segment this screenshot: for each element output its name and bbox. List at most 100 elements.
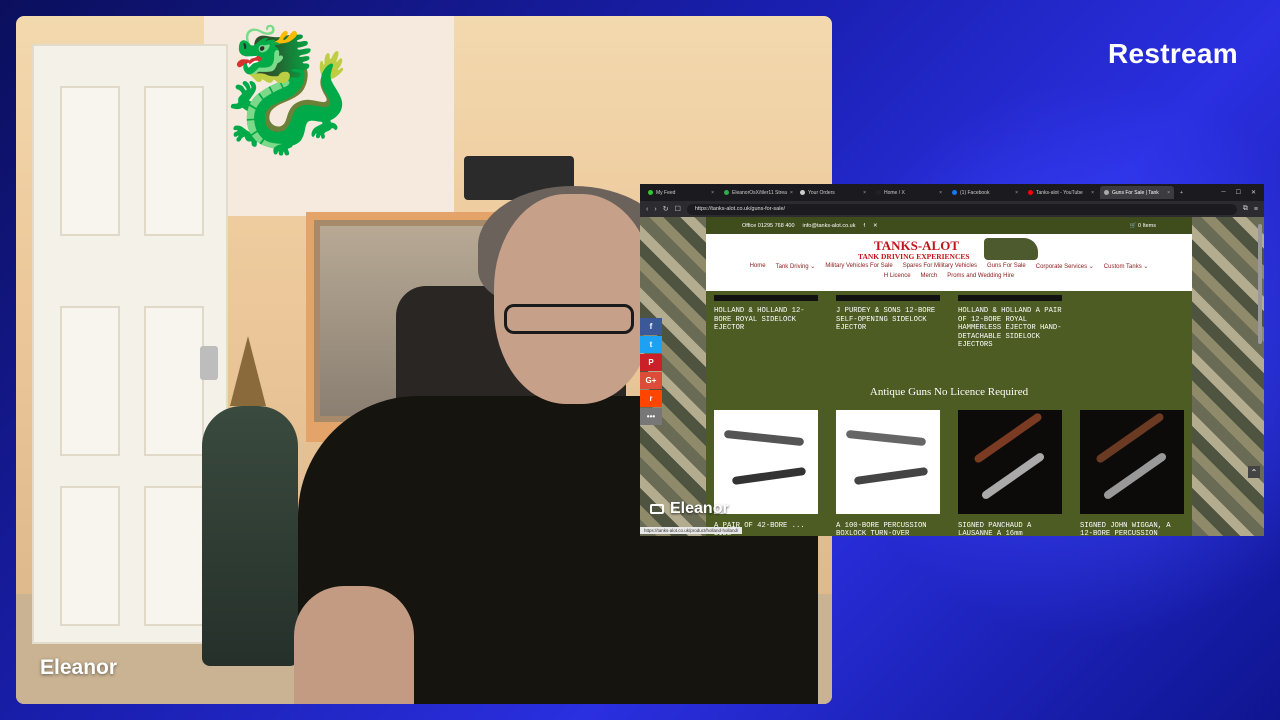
tab-label: (1) Facebook xyxy=(960,189,990,196)
gun-graphic xyxy=(723,429,805,446)
browser-tab[interactable]: Guns For Sale | Tank × xyxy=(1100,186,1174,199)
cart-link[interactable]: 🛒 0 Items xyxy=(1130,223,1156,229)
glasses xyxy=(504,304,634,334)
product-card[interactable]: J PURDEY & SONS 12-BORE SELF-OPENING SID… xyxy=(836,295,940,350)
extensions-icon[interactable]: ⧉ xyxy=(1243,205,1248,213)
phone-text: Office 01295 768 400 xyxy=(742,222,795,229)
minimize-icon[interactable]: ─ xyxy=(1221,189,1225,196)
nav-item[interactable]: Military Vehicles For Sale xyxy=(825,263,892,270)
browser-tab[interactable]: My Feed × xyxy=(644,186,718,199)
product-title[interactable]: SIGNED JOHN WIGGAN, A 12-BORE PERCUSSION xyxy=(1080,522,1184,537)
product-title[interactable]: HOLLAND & HOLLAND 12-BORE ROYAL SIDELOCK… xyxy=(714,307,818,333)
social-share-icon[interactable]: t xyxy=(640,336,662,353)
x-icon[interactable]: ✕ xyxy=(873,223,878,229)
product-card[interactable]: A 100-BORE PERCUSSION BOXLOCK TURN-OVER xyxy=(836,409,940,537)
social-share-icon[interactable]: f xyxy=(640,318,662,335)
tab-list: My Feed × EleanorOsX/tiler11 Strea × Your Or… xyxy=(644,186,1174,199)
wizard-figurine xyxy=(194,336,304,666)
new-tab-button[interactable]: + xyxy=(1176,186,1188,199)
nav-item[interactable]: Guns For Sale xyxy=(987,263,1026,270)
product-row: HOLLAND & HOLLAND 12-BORE ROYAL SIDELOCK… xyxy=(714,291,1184,350)
browser-tab[interactable]: Home / X × xyxy=(872,186,946,199)
product-title[interactable]: A 100-BORE PERCUSSION BOXLOCK TURN-OVER xyxy=(836,522,940,537)
screen-share-icon xyxy=(650,504,664,514)
product-title[interactable]: J PURDEY & SONS 12-BORE SELF-OPENING SID… xyxy=(836,307,940,333)
email-link[interactable]: info@tanks-alot.co.uk xyxy=(803,223,856,229)
nav-item[interactable]: Spares For Military Vehicles xyxy=(903,263,977,270)
gun-graphic xyxy=(980,451,1046,500)
nav-item[interactable]: Corporate Services ⌄ xyxy=(1036,263,1094,270)
product-image[interactable] xyxy=(958,295,1062,301)
gun-graphic xyxy=(845,429,927,446)
nav-item[interactable]: Tank Driving ⌄ xyxy=(776,263,816,270)
status-url: https://tanks-alot.co.uk/product/holland… xyxy=(640,527,743,534)
tab-favicon-icon xyxy=(952,190,957,195)
tab-close-icon[interactable]: × xyxy=(1091,190,1094,196)
site-topbar: Office 01295 768 400 info@tanks-alot.co.… xyxy=(706,217,1192,234)
social-share-icon[interactable]: P xyxy=(640,354,662,371)
tab-close-icon[interactable]: × xyxy=(863,190,866,196)
tab-favicon-icon xyxy=(876,190,881,195)
tab-label: Tanks-alot - YouTube xyxy=(1036,189,1083,196)
brand-logo: Restream xyxy=(1107,38,1238,69)
back-icon[interactable]: ‹ xyxy=(646,206,648,213)
browser-tab[interactable]: Your Orders × xyxy=(796,186,870,199)
tab-favicon-icon xyxy=(724,190,729,195)
nav-item[interactable]: H Licence xyxy=(884,273,911,279)
nav-item[interactable]: Custom Tanks ⌄ xyxy=(1104,263,1149,270)
tab-label: EleanorOsX/tiler11 Strea xyxy=(732,189,787,196)
product-image[interactable] xyxy=(1080,409,1184,514)
product-card[interactable]: HOLLAND & HOLLAND A PAIR OF 12-BORE ROYA… xyxy=(958,295,1062,350)
reload-icon[interactable]: ↻ xyxy=(663,205,669,213)
product-card[interactable]: SIGNED PANCHAUD A LAUSANNE A 16mm xyxy=(958,409,1062,537)
section-heading: Antique Guns No Licence Required xyxy=(869,385,1029,398)
social-share-icon[interactable]: ••• xyxy=(640,408,662,425)
social-share-icon[interactable]: G+ xyxy=(640,372,662,389)
forward-icon[interactable]: › xyxy=(654,206,656,213)
browser-tab[interactable]: EleanorOsX/tiler11 Strea × xyxy=(720,186,794,199)
nav-item[interactable]: Proms and Wedding Hire xyxy=(947,273,1014,279)
facebook-icon[interactable]: f xyxy=(863,223,865,229)
product-grid: HOLLAND & HOLLAND 12-BORE ROYAL SIDELOCK… xyxy=(706,291,1192,536)
door-panel xyxy=(60,306,120,456)
tab-close-icon[interactable]: × xyxy=(939,190,942,196)
social-share-bar: f t P G+ r ••• xyxy=(640,318,662,425)
tab-favicon-icon xyxy=(1028,190,1033,195)
scroll-to-top-button[interactable]: ⌃ xyxy=(1248,466,1260,478)
tab-close-icon[interactable]: × xyxy=(790,190,793,196)
product-card[interactable]: SIGNED JOHN WIGGAN, A 12-BORE PERCUSSION xyxy=(1080,409,1184,537)
tab-label: My Feed xyxy=(656,189,676,196)
tab-close-icon[interactable]: × xyxy=(1015,190,1018,196)
product-image[interactable] xyxy=(836,295,940,301)
person-head xyxy=(494,194,654,404)
bookmark-icon[interactable]: ☐ xyxy=(675,205,681,213)
product-image[interactable] xyxy=(958,409,1062,514)
website-content: Office 01295 768 400 info@tanks-alot.co.… xyxy=(706,217,1192,536)
address-bar[interactable]: https://tanks-alot.co.uk/guns-for-sale/ xyxy=(686,203,1237,215)
menu-icon[interactable]: ≡ xyxy=(1254,206,1258,213)
maximize-icon[interactable]: ☐ xyxy=(1236,189,1241,196)
social-share-icon[interactable]: r xyxy=(640,390,662,407)
browser-tab[interactable]: Tanks-alot - YouTube × xyxy=(1024,186,1098,199)
browser-tab-bar: My Feed × EleanorOsX/tiler11 Strea × Your Or… xyxy=(640,184,1264,201)
site-nav: Home Tank Driving ⌄ Military Vehicles For … xyxy=(706,263,1192,279)
tab-favicon-icon xyxy=(648,190,653,195)
nav-item[interactable]: Home xyxy=(750,263,766,270)
scrollbar[interactable] xyxy=(1258,224,1262,344)
tab-close-icon[interactable]: × xyxy=(711,190,714,196)
product-card[interactable]: HOLLAND & HOLLAND 12-BORE ROYAL SIDELOCK… xyxy=(714,295,818,350)
browser-toolbar: ‹ › ↻ ☐ https://tanks-alot.co.uk/guns-fo… xyxy=(640,201,1264,217)
tab-close-icon[interactable]: × xyxy=(1167,190,1170,196)
product-title[interactable]: HOLLAND & HOLLAND A PAIR OF 12-BORE ROYA… xyxy=(958,307,1062,350)
product-title[interactable]: SIGNED PANCHAUD A LAUSANNE A 16mm xyxy=(958,522,1062,537)
door-panel xyxy=(60,86,120,236)
product-image[interactable] xyxy=(714,295,818,301)
product-image[interactable] xyxy=(714,409,818,514)
product-card[interactable]: A PAIR OF 42-BORE ... SIDE- xyxy=(714,409,818,536)
screenshare-participant: Eleanor xyxy=(670,500,729,517)
close-icon[interactable]: ✕ xyxy=(1251,189,1256,196)
nav-item[interactable]: Merch xyxy=(921,273,938,279)
browser-tab[interactable]: (1) Facebook × xyxy=(948,186,1022,199)
product-image[interactable] xyxy=(836,409,940,514)
door-panel xyxy=(144,86,204,236)
